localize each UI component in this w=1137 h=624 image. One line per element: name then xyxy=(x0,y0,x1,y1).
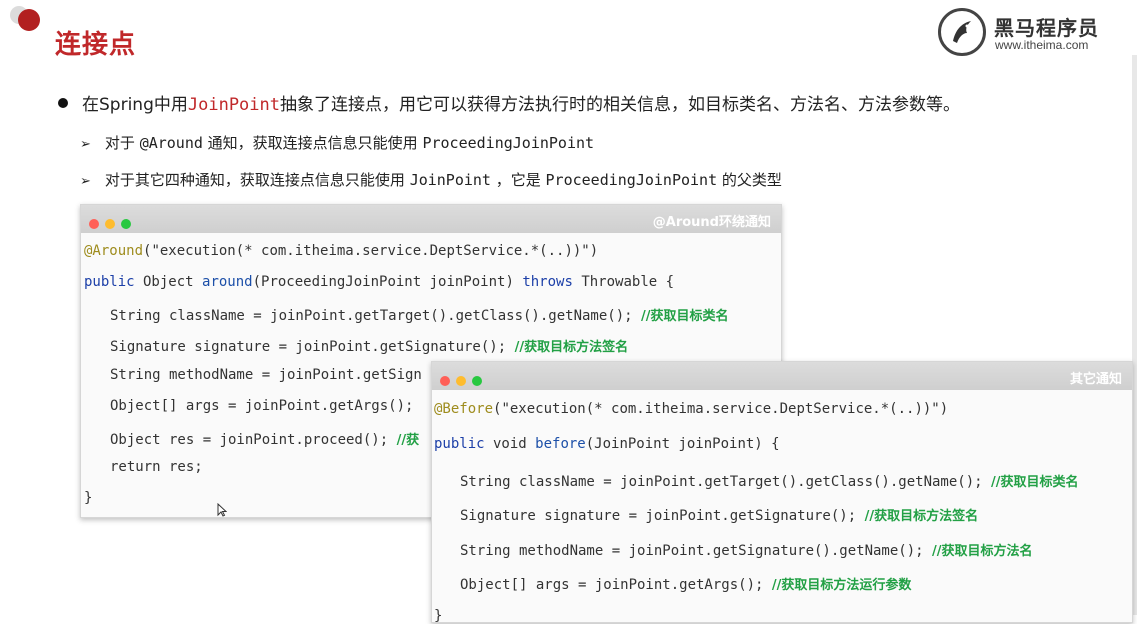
code-annotation: @Around xyxy=(84,243,144,259)
close-dot-icon xyxy=(89,219,99,229)
code-text: Throwable { xyxy=(572,274,675,290)
code-text: ("execution(* com.itheima.service.DeptSe… xyxy=(493,401,949,417)
other-advice-code-window: 其它通知 @Before("execution(* com.itheima.se… xyxy=(431,361,1133,624)
corner-red-dot xyxy=(18,9,40,31)
main-bullet: 在Spring中用JoinPoint抽象了连接点，用它可以获得方法执行时的相关信… xyxy=(58,90,960,115)
code-line: @Around("execution(* com.itheima.service… xyxy=(84,243,598,259)
code-line: Signature signature = joinPoint.getSigna… xyxy=(110,336,628,355)
code-body: @Before("execution(* com.itheima.service… xyxy=(432,390,1132,624)
brand-name: 黑马程序员 xyxy=(994,16,1099,40)
window-controls xyxy=(440,371,488,390)
bullet-suffix: 抽象了连接点，用它可以获得方法执行时的相关信息，如目标类名、方法名、方法参数等。 xyxy=(280,95,960,115)
code-comment: //获取目标方法签名 xyxy=(864,509,979,524)
code-text: Object[] args = joinPoint.getArgs(); xyxy=(460,577,772,593)
code-text: Signature signature = joinPoint.getSigna… xyxy=(460,508,865,524)
sub-point-text: 对于其它四种通知，获取连接点信息只能使用 xyxy=(104,171,410,189)
sub-point-text: 对于 xyxy=(104,134,140,152)
code-line: Object[] args = joinPoint.getArgs(); xyxy=(110,398,422,414)
window-title: 其它通知 xyxy=(1069,372,1122,387)
code-comment: //获取目标类名 xyxy=(641,309,729,324)
code-line: String className = joinPoint.getTarget()… xyxy=(110,305,729,324)
code-method: before xyxy=(535,436,586,452)
code-line: Signature signature = joinPoint.getSigna… xyxy=(460,505,978,524)
code-method: around xyxy=(202,274,253,290)
bullet-highlight: JoinPoint xyxy=(187,95,280,115)
sub-point-code: ProceedingJoinPoint xyxy=(545,171,718,189)
code-comment: //获取目标方法名 xyxy=(932,544,1033,559)
code-line: return res; xyxy=(110,459,203,475)
sub-point-text: 通知，获取连接点信息只能使用 xyxy=(202,134,423,152)
arrow-bullet-icon: ➢ xyxy=(80,174,91,189)
sub-point-code: ProceedingJoinPoint xyxy=(422,134,595,152)
brand-url: www.itheima.com xyxy=(995,38,1089,52)
corner-decoration xyxy=(0,0,60,40)
code-text: String methodName = joinPoint.getSign xyxy=(110,367,422,383)
code-keyword: public xyxy=(84,274,135,290)
arrow-bullet-icon: ➢ xyxy=(80,137,91,152)
code-line: public Object around(ProceedingJoinPoint… xyxy=(84,274,674,290)
brand-logo: 黑马程序员 www.itheima.com xyxy=(938,8,1128,58)
code-line: } xyxy=(434,608,442,624)
code-text: Object[] args = joinPoint.getArgs(); xyxy=(110,398,422,414)
code-line: public void before(JoinPoint joinPoint) … xyxy=(434,436,780,452)
window-titlebar: @Around环绕通知 xyxy=(81,205,781,233)
sub-point-other: ➢ 对于其它四种通知，获取连接点信息只能使用 JoinPoint ，它是 Proc… xyxy=(80,169,782,190)
close-dot-icon xyxy=(440,376,450,386)
code-text: Object xyxy=(134,274,203,290)
code-text: Object res = joinPoint.proceed(); xyxy=(110,432,397,448)
window-controls xyxy=(89,214,137,233)
code-comment: //获取目标类名 xyxy=(991,475,1079,490)
code-line: String methodName = joinPoint.getSign xyxy=(110,367,422,383)
code-text: (JoinPoint joinPoint) { xyxy=(585,436,780,452)
sub-point-text: 的父类型 xyxy=(717,171,782,189)
code-text: String className = joinPoint.getTarget()… xyxy=(460,474,992,490)
minimize-dot-icon xyxy=(456,376,466,386)
window-title: @Around环绕通知 xyxy=(652,215,771,230)
bullet-dot-icon xyxy=(58,98,68,108)
maximize-dot-icon xyxy=(472,376,482,386)
code-text: } xyxy=(434,608,443,624)
code-line: Object[] args = joinPoint.getArgs(); //获… xyxy=(460,574,911,593)
code-text: Signature signature = joinPoint.getSigna… xyxy=(110,339,515,355)
code-text: ("execution(* com.itheima.service.DeptSe… xyxy=(143,243,599,259)
code-line: String methodName = joinPoint.getSignatu… xyxy=(460,540,1033,559)
code-comment: //获取目标方法运行参数 xyxy=(771,578,912,593)
code-line: Object res = joinPoint.proceed(); //获 xyxy=(110,429,419,448)
code-keyword: public xyxy=(434,436,485,452)
code-text: void xyxy=(484,436,536,452)
code-text: String className = joinPoint.getTarget()… xyxy=(110,308,642,324)
sub-point-text: ，它是 xyxy=(490,171,546,189)
code-text: } xyxy=(84,490,93,506)
code-annotation: @Before xyxy=(434,401,494,417)
bullet-prefix: 在Spring中用 xyxy=(82,95,188,115)
sub-point-around: ➢ 对于 @Around 通知，获取连接点信息只能使用 ProceedingJoi… xyxy=(80,132,594,153)
code-line: @Before("execution(* com.itheima.service… xyxy=(434,401,948,417)
code-line: String className = joinPoint.getTarget()… xyxy=(460,471,1079,490)
code-keyword: throws xyxy=(522,274,573,290)
window-titlebar: 其它通知 xyxy=(432,362,1132,390)
code-comment: //获 xyxy=(396,433,420,448)
minimize-dot-icon xyxy=(105,219,115,229)
mouse-pointer-icon xyxy=(217,502,228,521)
code-text: return res; xyxy=(110,459,203,475)
code-text: (ProceedingJoinPoint joinPoint) xyxy=(252,274,523,290)
code-text: String methodName = joinPoint.getSignatu… xyxy=(460,543,933,559)
code-line: } xyxy=(84,490,92,506)
page-title: 连接点 xyxy=(55,30,137,60)
sub-point-code: JoinPoint xyxy=(409,171,491,189)
horse-logo-icon xyxy=(938,8,986,56)
maximize-dot-icon xyxy=(121,219,131,229)
code-comment: //获取目标方法签名 xyxy=(514,340,629,355)
sub-point-code: @Around xyxy=(139,134,203,152)
